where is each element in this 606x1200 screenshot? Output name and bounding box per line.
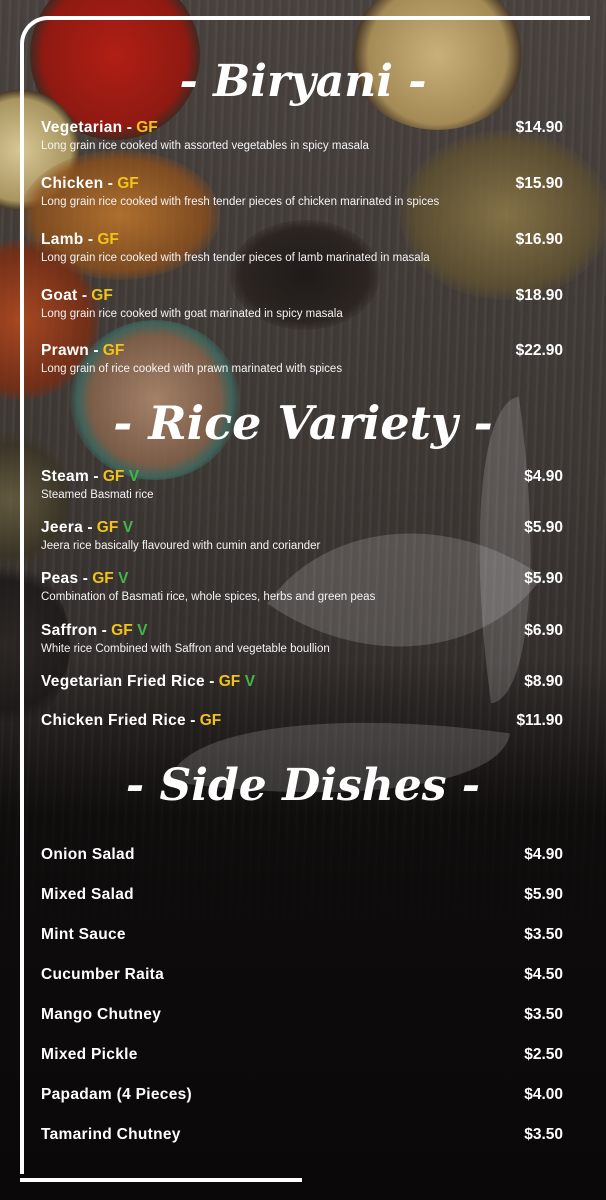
gluten-free-tag: GF	[102, 342, 125, 359]
gluten-free-tag: GF	[111, 622, 133, 639]
gluten-free-tag: GF	[102, 468, 125, 485]
menu-item: Peas - GF V $5.90 Combination of Basmati …	[41, 570, 563, 603]
menu-item: Mango Chutney $3.50	[41, 1006, 563, 1026]
item-name: Lamb	[41, 231, 84, 248]
menu-item: Chicken Fried Rice - GF $11.90	[41, 712, 563, 732]
item-description: Long grain rice cooked with fresh tender…	[41, 196, 440, 208]
menu-item: Vegetarian Fried Rice - GF V $8.90	[41, 673, 563, 693]
item-name: Onion Salad	[41, 846, 135, 863]
item-price: $3.50	[524, 1006, 563, 1023]
item-separator: -	[78, 570, 93, 587]
item-price: $22.90	[515, 342, 563, 359]
item-price: $8.90	[524, 673, 563, 690]
menu-item: Steam - GF V $4.90 Steamed Basmati rice	[41, 468, 563, 501]
item-description: Combination of Basmati rice, whole spice…	[41, 591, 376, 603]
gluten-free-tag: GF	[97, 231, 119, 248]
item-separator: -	[103, 175, 118, 192]
menu-item: Jeera - GF V $5.90 Jeera rice basically f…	[41, 519, 563, 552]
menu-item: Papadam (4 Pieces) $4.00	[41, 1086, 563, 1106]
item-name: Steam	[41, 468, 90, 485]
item-price: $4.50	[524, 966, 563, 983]
menu-item: Chicken - GF $15.90 Long grain rice cooke…	[41, 175, 563, 208]
gluten-free-tag: GF	[96, 519, 119, 536]
item-description: Jeera rice basically flavoured with cumi…	[41, 540, 321, 552]
item-name: Mixed Salad	[41, 886, 134, 903]
item-price: $2.50	[524, 1046, 563, 1063]
item-price: $3.50	[524, 1126, 563, 1143]
item-separator: -	[185, 712, 200, 729]
item-price: $14.90	[515, 119, 563, 136]
item-separator: -	[122, 119, 137, 136]
item-description: Long grain rice cooked with fresh tender…	[41, 252, 430, 264]
item-separator: -	[77, 287, 92, 304]
item-price: $5.90	[524, 519, 563, 536]
menu-item: Mixed Salad $5.90	[41, 886, 563, 906]
item-separator: -	[83, 231, 98, 248]
item-price: $6.90	[524, 622, 563, 639]
item-description: Long grain rice cooked with goat marinat…	[41, 308, 343, 320]
item-name: Chicken	[41, 175, 104, 192]
item-name: Papadam (4 Pieces)	[41, 1086, 192, 1103]
item-name: Tamarind Chutney	[41, 1126, 181, 1143]
menu-item: Mint Sauce $3.50	[41, 926, 563, 946]
menu-item: Onion Salad $4.90	[41, 846, 563, 866]
section-title-rice-variety: - Rice Variety -	[113, 396, 493, 450]
item-price: $5.90	[524, 886, 563, 903]
gluten-free-tag: GF	[218, 673, 241, 690]
gluten-free-tag: GF	[136, 119, 158, 136]
item-price: $3.50	[524, 926, 563, 943]
item-separator: -	[204, 673, 219, 690]
item-description: Long grain of rice cooked with prawn mar…	[41, 363, 343, 375]
menu-item: Prawn - GF $22.90 Long grain of rice cook…	[41, 342, 563, 375]
section-title-side-dishes: - Side Dishes -	[125, 760, 481, 811]
item-separator: -	[89, 468, 103, 485]
item-name: Mint Sauce	[41, 926, 126, 943]
item-name: Mixed Pickle	[41, 1046, 138, 1063]
gluten-free-tag: GF	[92, 570, 114, 587]
menu-item: Mixed Pickle $2.50	[41, 1046, 563, 1066]
item-name: Goat	[41, 287, 78, 304]
vegetarian-tag: V	[128, 468, 140, 485]
item-name: Chicken Fried Rice	[41, 712, 186, 729]
menu-item: Lamb - GF $16.90 Long grain rice cooked w…	[41, 231, 563, 264]
menu-item: Vegetarian - GF $14.90 Long grain rice co…	[41, 119, 563, 152]
gluten-free-tag: GF	[199, 712, 222, 729]
item-name: Saffron	[41, 622, 98, 639]
vegetarian-tag: V	[244, 673, 256, 690]
item-name: Mango Chutney	[41, 1006, 162, 1023]
item-description: Long grain rice cooked with assorted veg…	[41, 140, 369, 152]
item-description: White rice Combined with Saffron and veg…	[41, 643, 330, 655]
vegetarian-tag: V	[118, 570, 129, 587]
item-name: Jeera	[41, 519, 84, 536]
item-separator: -	[97, 622, 112, 639]
menu-item: Cucumber Raita $4.50	[41, 966, 563, 986]
item-name: Vegetarian Fried Rice	[41, 673, 205, 690]
item-price: $18.90	[515, 287, 563, 304]
item-price: $4.90	[524, 846, 563, 863]
menu-item: Saffron - GF V $6.90 White rice Combined …	[41, 622, 563, 655]
item-separator: -	[89, 342, 103, 359]
item-name: Prawn	[41, 342, 90, 359]
menu-frame-bottom-line	[20, 1178, 302, 1182]
gluten-free-tag: GF	[117, 175, 139, 192]
gluten-free-tag: GF	[91, 287, 113, 304]
item-description: Steamed Basmati rice	[41, 489, 154, 501]
item-name: Vegetarian	[41, 119, 123, 136]
vegetarian-tag: V	[122, 519, 134, 536]
menu-item: Tamarind Chutney $3.50	[41, 1126, 563, 1146]
item-price: $4.90	[524, 468, 563, 485]
section-title-biryani: - Biryani -	[179, 56, 427, 107]
item-price: $5.90	[524, 570, 563, 587]
item-price: $11.90	[516, 712, 563, 729]
vegetarian-tag: V	[137, 622, 148, 639]
item-price: $16.90	[515, 231, 563, 248]
item-name: Cucumber Raita	[41, 966, 165, 983]
item-name: Peas	[41, 570, 79, 587]
item-price: $4.00	[524, 1086, 563, 1103]
menu-item: Goat - GF $18.90 Long grain rice cooked w…	[41, 287, 563, 320]
item-price: $15.90	[515, 175, 563, 192]
item-separator: -	[83, 519, 97, 536]
